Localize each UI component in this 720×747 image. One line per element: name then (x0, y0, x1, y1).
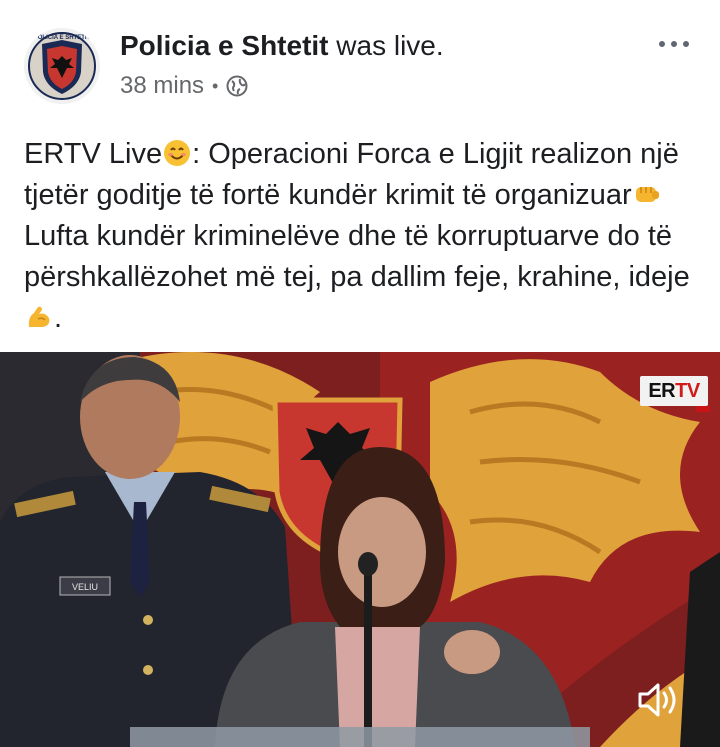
post-text-part-4: . (54, 302, 63, 334)
post-text-part-3: Lufta kundër kriminelëve dhe të korruptu… (24, 220, 690, 293)
speaker-icon[interactable] (634, 678, 682, 722)
avatar-badge-text: POLICIA E SHTETIT (34, 35, 91, 41)
police-badge-icon: POLICIA E SHTETIT (24, 28, 100, 104)
live-status-text: was live. (336, 30, 444, 61)
ertv-logo-tv: TV (675, 380, 700, 402)
flexed-biceps-emoji (28, 306, 50, 327)
ertv-logo: ERTV (640, 376, 708, 406)
post-title-line: Policia e Shtetit was live. (120, 28, 444, 64)
post-timestamp[interactable]: 38 mins (120, 72, 204, 100)
post-text-part-1: ERTV Live (24, 138, 163, 170)
more-options-button[interactable] (654, 34, 694, 54)
ertv-live-bar (696, 406, 710, 412)
video-frame: VELIU (0, 352, 720, 747)
page-avatar[interactable]: POLICIA E SHTETIT (24, 28, 100, 104)
live-video-player[interactable]: VELIU ERTV (0, 352, 720, 747)
post-header: POLICIA E SHTETIT Policia e Shtetit was … (0, 0, 720, 120)
smiling-face-emoji (164, 140, 191, 166)
fist-emoji (635, 187, 659, 202)
more-dots-icon (659, 41, 665, 47)
ertv-logo-er: ER (648, 380, 676, 402)
page-name-link[interactable]: Policia e Shtetit (120, 30, 329, 61)
officer-nametag: VELIU (72, 582, 98, 592)
globe-icon (226, 75, 248, 97)
post-meta: 38 mins • (120, 72, 248, 100)
meta-separator: • (212, 75, 219, 96)
post-message: ERTV Live: Operacioni Forca e Ligjit rea… (24, 134, 700, 339)
